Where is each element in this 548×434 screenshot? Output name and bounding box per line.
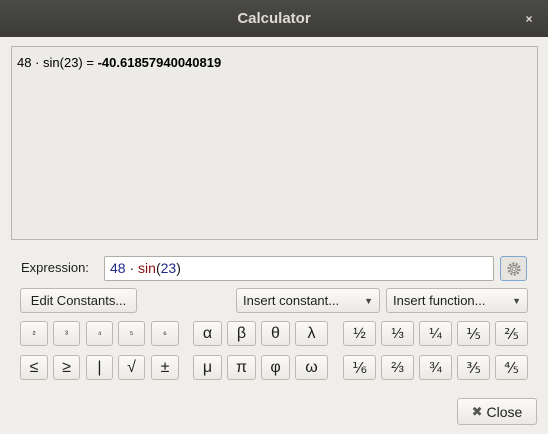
- fraction-sixth-button[interactable]: ⅙: [343, 355, 376, 380]
- insert-function-dropdown[interactable]: Insert function... ▼: [386, 288, 528, 313]
- greater-equal-button[interactable]: ≥: [53, 355, 80, 380]
- alpha-button[interactable]: α: [193, 321, 222, 346]
- gear-icon: [506, 261, 521, 276]
- superscript-2-button[interactable]: ²: [20, 321, 48, 346]
- result-display: 48 · sin(23) = -40.61857940040819: [11, 46, 538, 240]
- superscript-5-button[interactable]: ⁵: [118, 321, 145, 346]
- fraction-third-button[interactable]: ⅓: [381, 321, 414, 346]
- edit-constants-button[interactable]: Edit Constants...: [20, 288, 137, 313]
- mu-button[interactable]: μ: [193, 355, 222, 380]
- expr-function: sin: [138, 260, 156, 276]
- insert-constant-label: Insert constant...: [243, 293, 340, 308]
- fraction-fifth-button[interactable]: ⅕: [457, 321, 490, 346]
- omega-button[interactable]: ω: [295, 355, 328, 380]
- beta-button[interactable]: β: [227, 321, 256, 346]
- close-button[interactable]: ✖ Close: [457, 398, 537, 425]
- pipe-button[interactable]: |: [86, 355, 113, 380]
- expr-number-1: 48: [110, 260, 126, 276]
- close-icon: ✖: [471, 403, 483, 419]
- superscript-4-button[interactable]: ⁴: [86, 321, 113, 346]
- fraction-two-thirds-button[interactable]: ⅔: [381, 355, 414, 380]
- chevron-down-icon: ▼: [364, 295, 373, 306]
- fraction-quarter-button[interactable]: ¼: [419, 321, 452, 346]
- fraction-three-quarters-button[interactable]: ¾: [419, 355, 452, 380]
- expr-number-2: 23: [160, 260, 177, 276]
- superscript-3-button[interactable]: ³: [53, 321, 80, 346]
- insert-function-label: Insert function...: [393, 293, 486, 308]
- expr-operator: ·: [125, 260, 139, 276]
- result-value: -40.61857940040819: [97, 55, 222, 70]
- expression-input[interactable]: 48 · sin(23): [104, 256, 494, 281]
- lambda-button[interactable]: λ: [295, 321, 328, 346]
- fraction-three-fifths-button[interactable]: ⅗: [457, 355, 490, 380]
- less-equal-button[interactable]: ≤: [20, 355, 48, 380]
- window-titlebar: Calculator ×: [0, 0, 548, 37]
- fraction-four-fifths-button[interactable]: ⅘: [495, 355, 528, 380]
- plus-minus-button[interactable]: ±: [151, 355, 179, 380]
- result-expression: 48 · sin(23) =: [17, 55, 98, 70]
- chevron-down-icon: ▼: [512, 295, 521, 306]
- expression-label: Expression:: [21, 260, 89, 275]
- pi-button[interactable]: π: [227, 355, 256, 380]
- sqrt-button[interactable]: √: [118, 355, 145, 380]
- insert-constant-dropdown[interactable]: Insert constant... ▼: [236, 288, 380, 313]
- fraction-two-fifths-button[interactable]: ⅖: [495, 321, 528, 346]
- settings-button[interactable]: [500, 256, 527, 281]
- window-close-icon[interactable]: ×: [522, 12, 536, 26]
- close-button-label: Close: [486, 403, 523, 420]
- window-title: Calculator: [237, 10, 311, 27]
- expr-paren-close: ): [176, 260, 181, 276]
- superscript-6-button[interactable]: ⁶: [151, 321, 179, 346]
- phi-button[interactable]: φ: [261, 355, 290, 380]
- fraction-half-button[interactable]: ½: [343, 321, 376, 346]
- theta-button[interactable]: θ: [261, 321, 290, 346]
